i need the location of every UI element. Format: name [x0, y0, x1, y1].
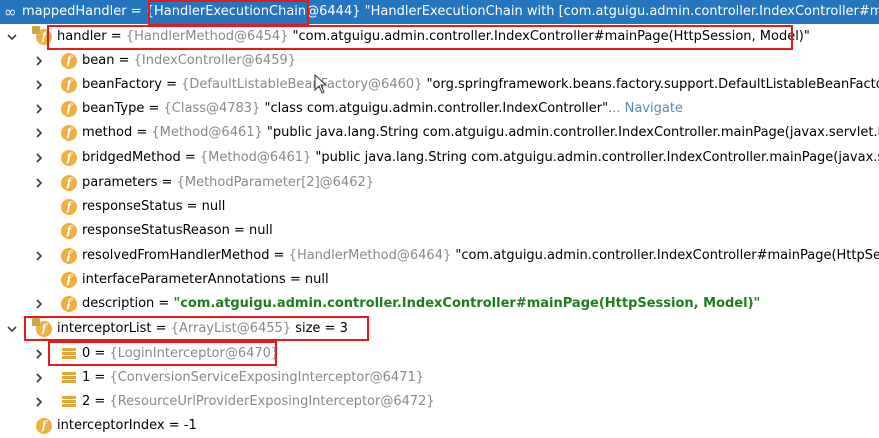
variable-text: responseStatus = null	[82, 199, 226, 214]
mouse-cursor-icon	[314, 74, 328, 94]
variable-text: 2 = {ResourceUrlProviderExposingIntercep…	[82, 394, 435, 409]
variable-row-interceptorIndex[interactable]: f interceptorIndex = -1	[0, 414, 879, 438]
list-element-icon	[62, 348, 76, 360]
variable-text: bean = {IndexController@6459}	[82, 53, 297, 68]
field-icon: f	[61, 125, 77, 141]
variable-row-bridgedMethod[interactable]: f bridgedMethod = {Method@6461} "public …	[0, 146, 879, 170]
variable-text: mappedHandler = {HandlerExecutionChain@6…	[22, 4, 879, 19]
variable-row-resolvedFromHandlerMethod[interactable]: f resolvedFromHandlerMethod = {HandlerMe…	[0, 244, 879, 268]
chevron-right-icon[interactable]	[31, 171, 47, 195]
chevron-right-icon[interactable]	[31, 244, 47, 268]
list-element-icon	[62, 372, 76, 384]
variable-text: responseStatusReason = null	[82, 223, 273, 238]
chevron-right-icon[interactable]	[31, 292, 47, 316]
field-icon: f	[61, 248, 77, 264]
chevron-down-icon[interactable]	[4, 25, 20, 49]
variable-text: parameters = {MethodParameter[2]@6462}	[82, 175, 375, 190]
variable-row-responseStatus[interactable]: f responseStatus = null	[0, 195, 879, 219]
variable-row-bean[interactable]: f bean = {IndexController@6459}	[0, 49, 879, 73]
variable-text: method = {Method@6461} "public java.lang…	[82, 125, 879, 140]
variable-row-interfaceParameterAnnotations[interactable]: f interfaceParameterAnnotations = null	[0, 268, 879, 292]
variable-row-parameters[interactable]: f parameters = {MethodParameter[2]@6462}	[0, 171, 879, 195]
variable-text: bridgedMethod = {Method@6461} "public ja…	[82, 150, 879, 165]
variable-row-method[interactable]: f method = {Method@6461} "public java.la…	[0, 121, 879, 145]
chevron-right-icon[interactable]	[31, 342, 47, 366]
variable-text: interceptorIndex = -1	[57, 418, 197, 433]
variable-row-handler[interactable]: f handler = {HandlerMethod@6454} "com.at…	[0, 25, 879, 49]
field-icon: f	[61, 150, 77, 166]
variable-text: handler = {HandlerMethod@6454} "com.atgu…	[57, 29, 810, 44]
variable-text: 1 = {ConversionServiceExposingIntercepto…	[82, 370, 425, 385]
field-icon: f	[36, 418, 52, 434]
field-icon: f	[61, 53, 77, 69]
variable-text: 0 = {LoginInterceptor@6470}	[82, 346, 280, 361]
field-icon: f	[61, 101, 77, 117]
chevron-right-icon[interactable]	[31, 390, 47, 414]
chevron-down-icon[interactable]	[4, 317, 20, 341]
variable-row-interceptorList[interactable]: f interceptorList = {ArrayList@6455} siz…	[0, 317, 879, 341]
list-item-2[interactable]: 2 = {ResourceUrlProviderExposingIntercep…	[0, 390, 879, 414]
navigate-link[interactable]: ... Navigate	[608, 101, 683, 116]
variable-text: description = "com.atguigu.admin.control…	[82, 296, 761, 311]
chevron-right-icon[interactable]	[31, 97, 47, 121]
variable-text: resolvedFromHandlerMethod = {HandlerMeth…	[82, 248, 879, 263]
variable-text: interceptorList = {ArrayList@6455} size …	[57, 321, 348, 336]
list-item-1[interactable]: 1 = {ConversionServiceExposingIntercepto…	[0, 366, 879, 390]
list-item-0[interactable]: 0 = {LoginInterceptor@6470}	[0, 342, 879, 366]
field-icon: f	[32, 318, 52, 337]
variable-row-beanType[interactable]: f beanType = {Class@4783} "class com.atg…	[0, 97, 879, 121]
chevron-right-icon[interactable]	[31, 121, 47, 145]
variable-row-responseStatusReason[interactable]: f responseStatusReason = null	[0, 219, 879, 243]
field-icon: f	[61, 175, 77, 191]
field-icon: f	[61, 223, 77, 239]
field-icon: f	[61, 199, 77, 215]
chevron-right-icon[interactable]	[31, 49, 47, 73]
chevron-right-icon[interactable]	[31, 146, 47, 170]
chevron-right-icon[interactable]	[31, 73, 47, 97]
chevron-right-icon[interactable]	[31, 366, 47, 390]
field-icon: f	[61, 296, 77, 312]
field-icon: f	[61, 77, 77, 93]
infinity-icon: ∞	[4, 3, 17, 21]
variable-row-beanFactory[interactable]: f beanFactory = {DefaultListableBeanFact…	[0, 73, 879, 97]
variable-row-mappedHandler[interactable]: ∞ mappedHandler = {HandlerExecutionChain…	[0, 0, 879, 24]
variable-text: interfaceParameterAnnotations = null	[82, 272, 329, 287]
variable-text: beanType = {Class@4783} "class com.atgui…	[82, 101, 683, 116]
variable-row-description[interactable]: f description = "com.atguigu.admin.contr…	[0, 292, 879, 316]
field-icon: f	[32, 26, 52, 45]
field-icon: f	[61, 272, 77, 288]
list-element-icon	[62, 396, 76, 408]
variable-text: beanFactory = {DefaultListableBeanFactor…	[82, 77, 879, 92]
